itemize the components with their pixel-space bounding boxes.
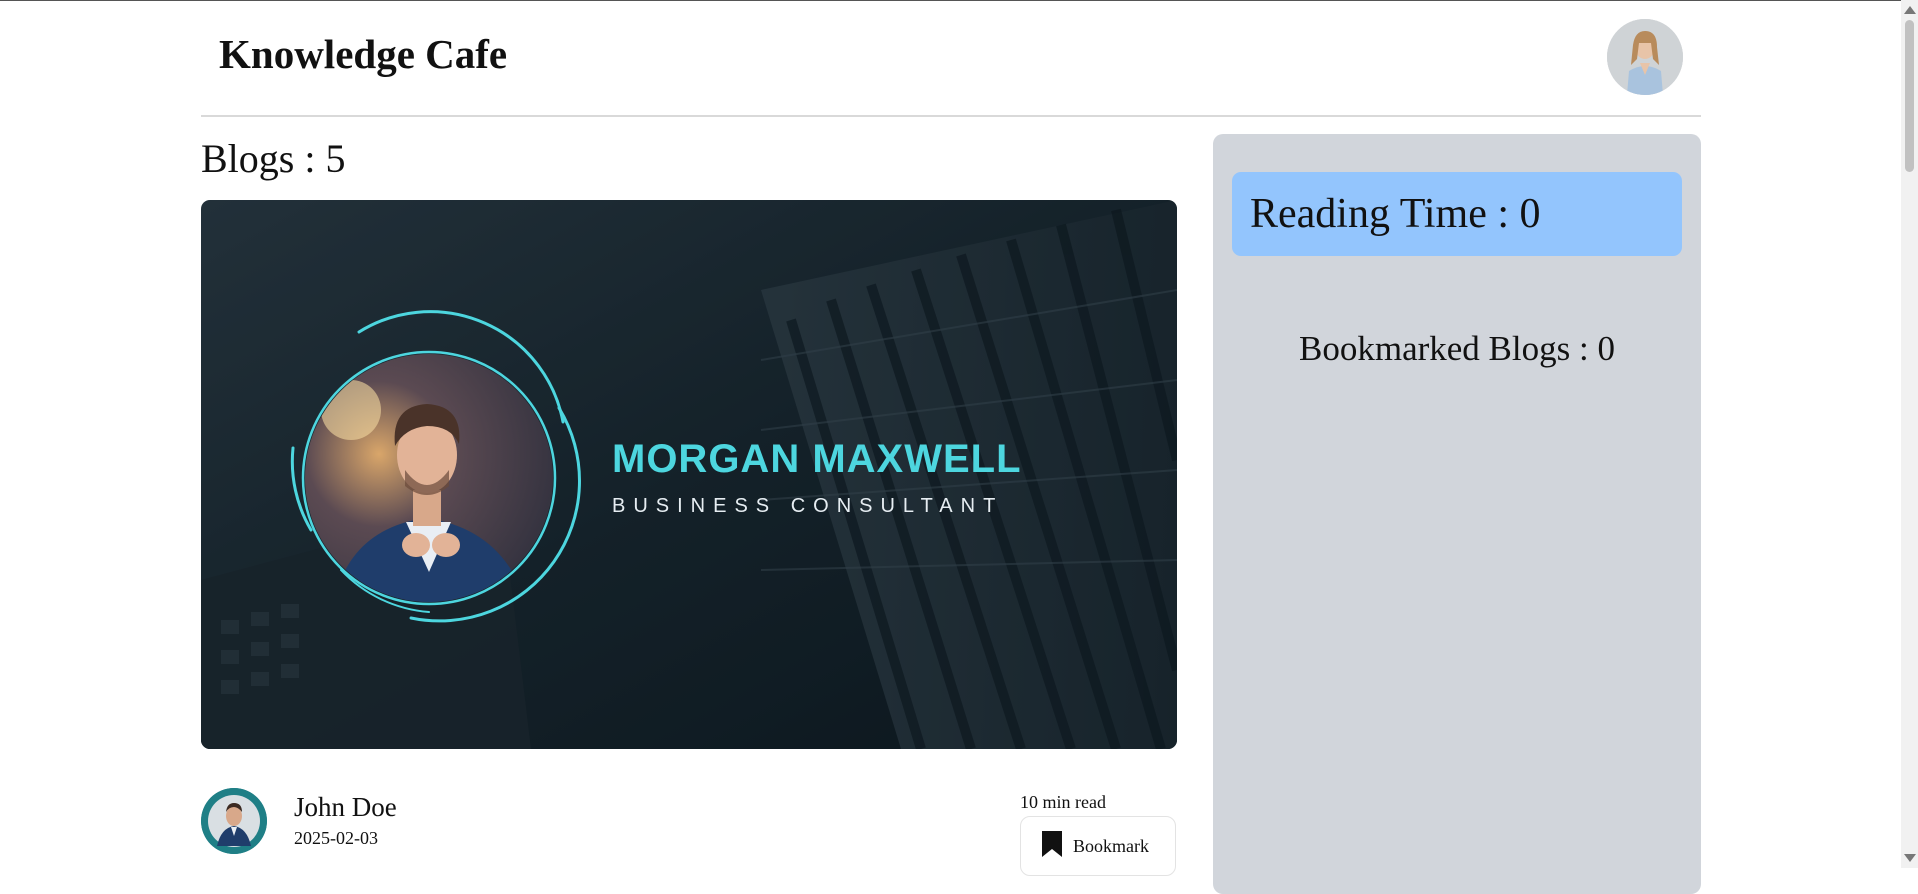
author-avatar[interactable] [201,788,267,854]
cover-graphic: MORGAN MAXWELL BUSINESS CONSULTANT [201,200,1177,749]
cover-name: MORGAN MAXWELL [612,437,1022,481]
post-meta-row: John Doe 2025-02-03 10 min read Bookmark [201,786,1177,876]
read-time: 10 min read [1020,792,1106,812]
author-name: John Doe [294,792,397,822]
blog-cover-image[interactable]: MORGAN MAXWELL BUSINESS CONSULTANT [201,200,1177,749]
scrollbar-thumb[interactable] [1905,20,1914,172]
post-date: 2025-02-03 [294,828,378,848]
bookmark-label: Bookmark [1073,835,1149,856]
site-title[interactable]: Knowledge Cafe [219,30,507,78]
reading-time-box: Reading Time : 0 [1232,172,1682,256]
bookmarked-blogs-count: Bookmarked Blogs : 0 [1299,329,1615,368]
page-scrollbar[interactable] [1901,0,1918,868]
scroll-down-icon[interactable] [1904,854,1916,862]
author-avatar-image [201,788,267,854]
header: Knowledge Cafe [201,0,1701,117]
blogs-count-title: Blogs : 5 [201,136,346,181]
bookmark-button[interactable]: Bookmark [1020,816,1176,876]
cover-role: BUSINESS CONSULTANT [612,495,1003,517]
profile-avatar-image [1607,19,1683,95]
bookmark-icon [1041,830,1063,863]
page-container: Knowledge Cafe Blogs : 5 MORGAN MAXWELL … [201,0,1701,894]
scroll-up-icon[interactable] [1904,6,1916,14]
sidebar-panel: Reading Time : 0 Bookmarked Blogs : 0 [1213,134,1701,894]
profile-avatar[interactable] [1607,19,1683,95]
reading-time-text: Reading Time : 0 [1250,191,1541,237]
